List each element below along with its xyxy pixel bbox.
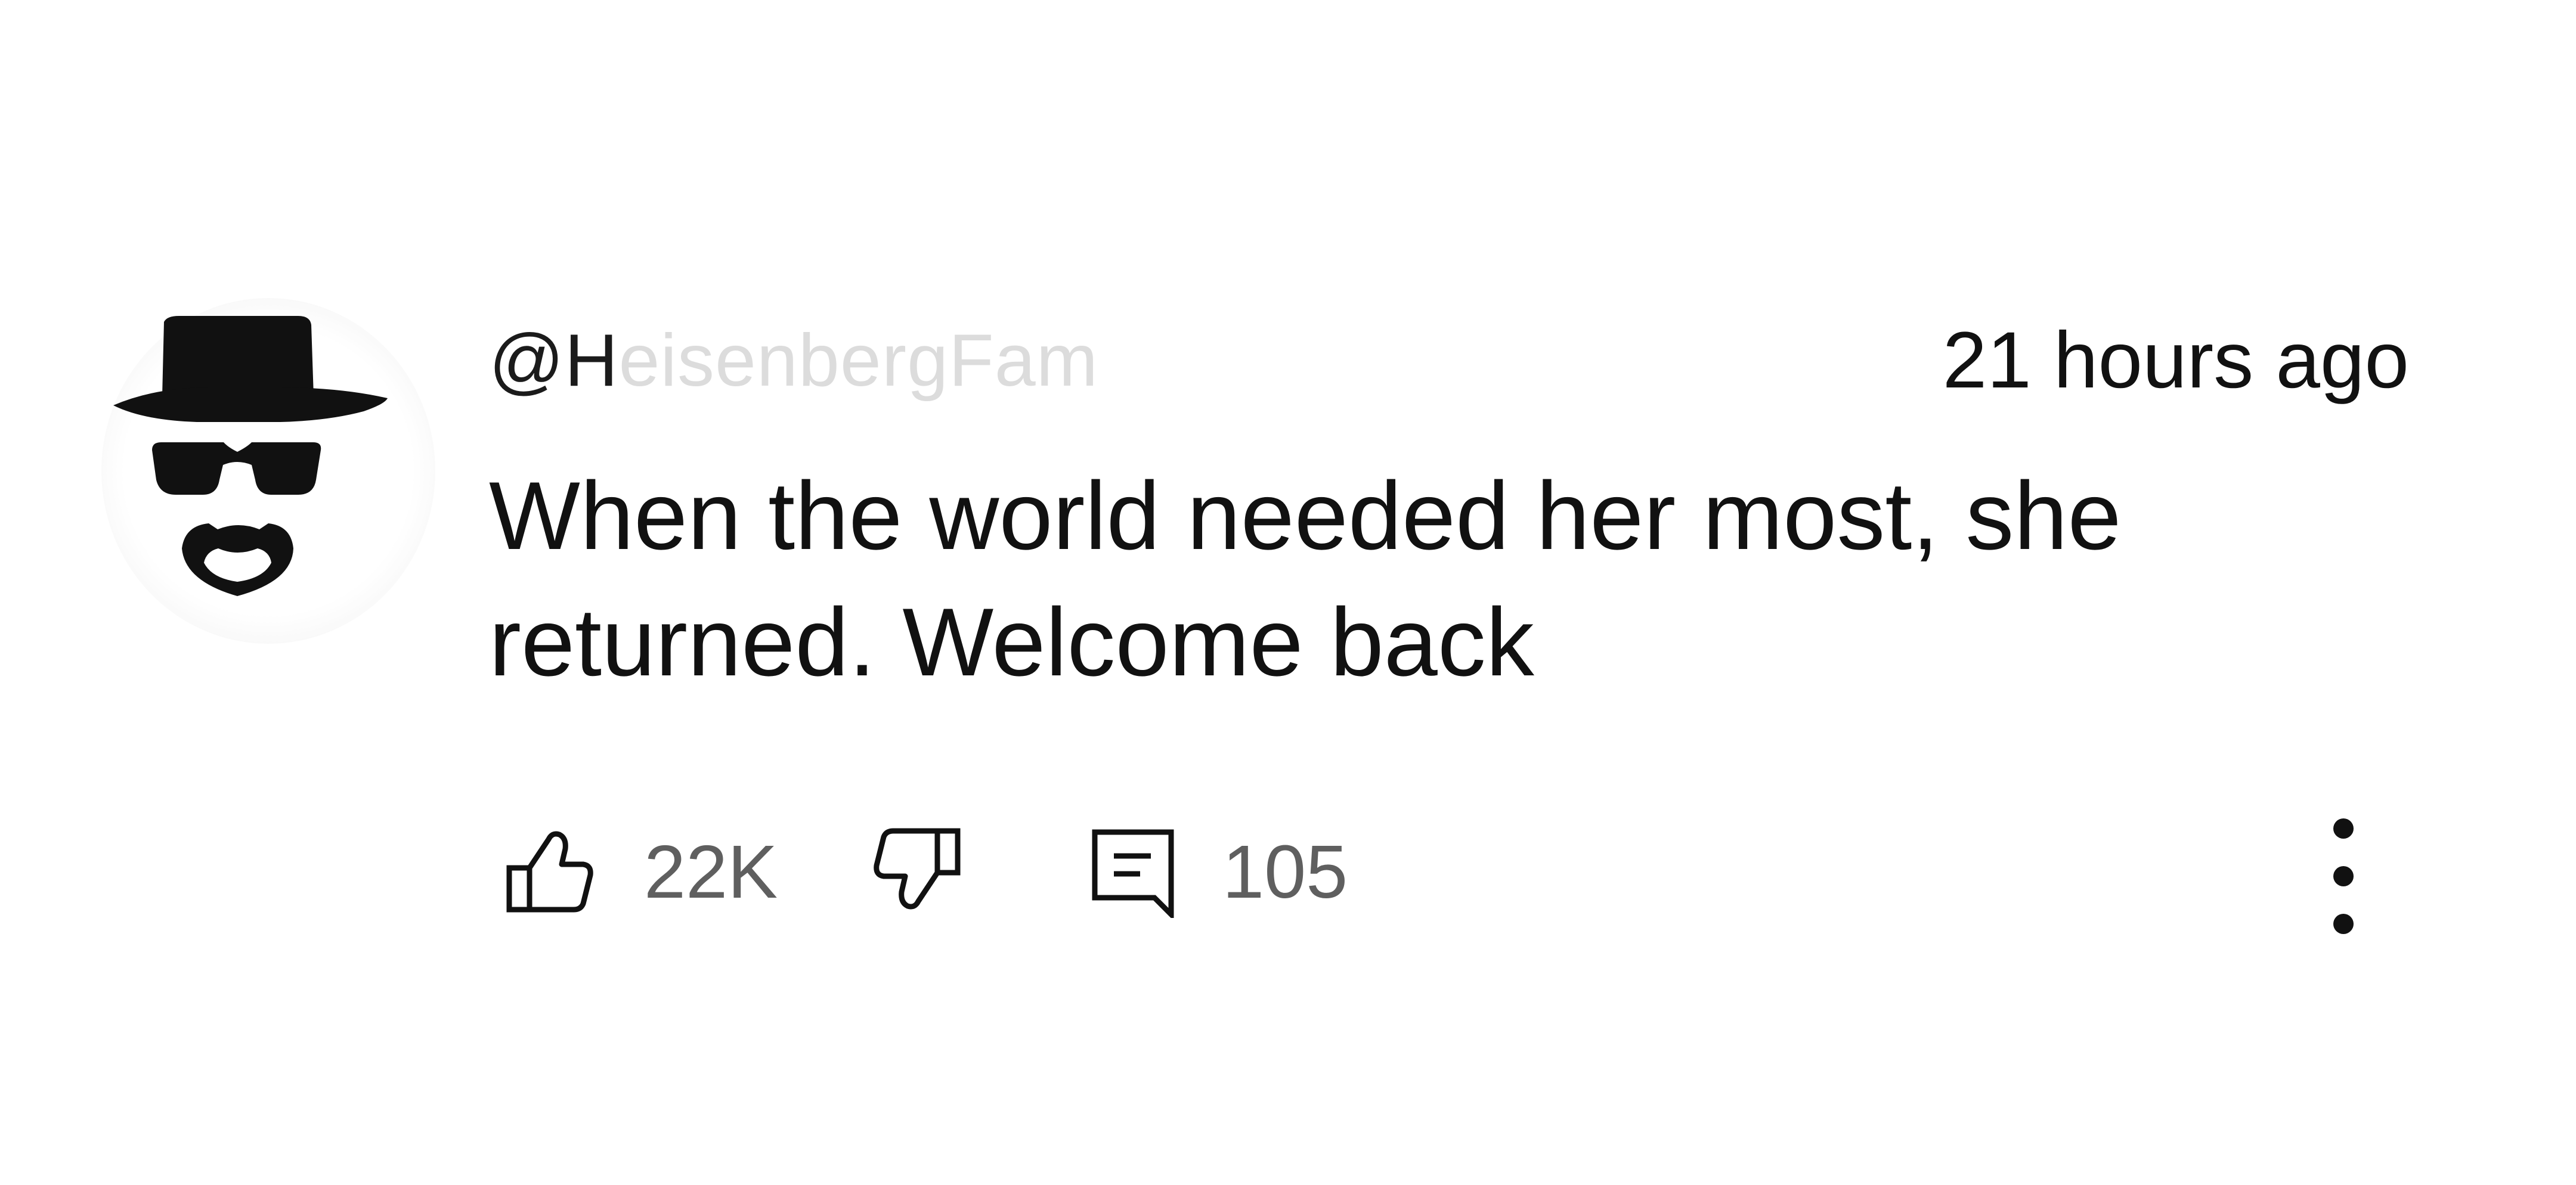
thumbs-down-icon: [874, 828, 961, 910]
like-count: 22K: [644, 830, 778, 914]
comment-author[interactable]: @HeisenbergFam: [489, 316, 1098, 405]
more-vertical-icon: [2333, 818, 2354, 934]
reply-button[interactable]: [1085, 823, 1181, 918]
comment-icon: [1092, 829, 1174, 918]
more-options-button[interactable]: [2296, 787, 2391, 966]
dislike-button[interactable]: [871, 823, 966, 918]
page: @HeisenbergFam 21 hours ago When the wor…: [0, 0, 2576, 1185]
like-button[interactable]: [501, 823, 596, 918]
comment-text-line-1: When the world needed her most, she: [489, 462, 2122, 570]
heisenberg-icon: [113, 316, 388, 596]
comment-author-faded: eisenbergFam: [618, 319, 1099, 402]
thumbs-up-icon: [506, 831, 593, 913]
comment-card: @HeisenbergFam 21 hours ago When the wor…: [0, 0, 2576, 1185]
comment-text: When the world needed her most, she retu…: [489, 453, 2278, 706]
comment-actions: 22K 105: [489, 818, 2397, 934]
comment-author-visible: @H: [489, 319, 619, 402]
comment-timestamp[interactable]: 21 hours ago: [1943, 316, 2409, 405]
comment-text-line-2: returned. Welcome back: [489, 588, 1534, 696]
reply-count: 105: [1222, 830, 1348, 914]
avatar[interactable]: [101, 298, 435, 644]
